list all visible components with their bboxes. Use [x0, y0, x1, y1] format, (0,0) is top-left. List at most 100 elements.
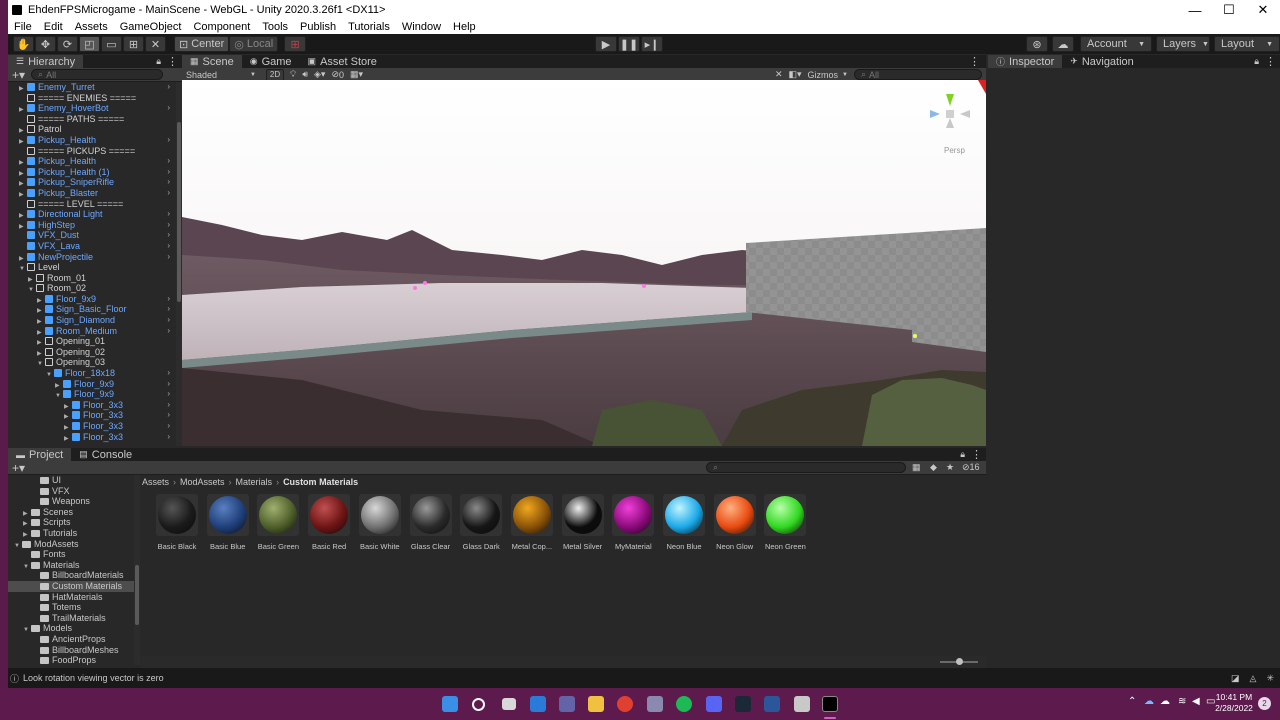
open-prefab-chevron-icon[interactable]: › [167, 241, 170, 252]
menu-tutorials[interactable]: Tutorials [346, 21, 392, 33]
debug-icon[interactable]: ✳ [1266, 673, 1274, 684]
hierarchy-item[interactable]: ▶ Pickup_Health (1) › [8, 167, 176, 178]
scene-search-input[interactable]: ⌕ All [854, 69, 982, 80]
bake-icon[interactable]: ◪ [1231, 673, 1240, 684]
hierarchy-item[interactable]: ===== LEVEL ===== [8, 199, 176, 210]
maximize-button[interactable]: ☐ [1212, 2, 1246, 18]
material-asset[interactable]: Neon Glow [710, 494, 760, 551]
folder-item[interactable]: ▶ Tutorials [8, 528, 134, 539]
material-asset[interactable]: Glass Dark [456, 494, 506, 551]
hidden-packages-icon[interactable]: ⊘16 [962, 462, 980, 473]
material-asset[interactable]: Basic Black [152, 494, 202, 551]
widgets-icon[interactable] [530, 696, 546, 712]
material-asset[interactable]: Metal Cop... [507, 494, 557, 551]
project-search-input[interactable]: ⌕ [706, 462, 906, 473]
layers-dropdown[interactable]: Layers ▼ [1156, 36, 1210, 52]
progress-icon[interactable]: ◬ [1250, 673, 1257, 684]
gizmos-dropdown[interactable]: Gizmos [808, 70, 839, 80]
hidden-objects-icon[interactable]: ⊘ [331, 69, 339, 80]
open-prefab-chevron-icon[interactable]: › [167, 304, 170, 315]
menu-assets[interactable]: Assets [73, 21, 110, 33]
open-prefab-chevron-icon[interactable]: › [167, 368, 170, 379]
folder-item[interactable]: Totems [8, 602, 134, 613]
hierarchy-item[interactable]: ▶ Directional Light › [8, 209, 176, 220]
fold-closed-icon[interactable]: ▶ [64, 434, 72, 445]
volume-icon[interactable]: ◀ [1192, 696, 1200, 707]
hierarchy-item[interactable]: ▶ Patrol [8, 124, 176, 135]
add-plus-icon[interactable]: +▾ [12, 68, 25, 82]
open-prefab-chevron-icon[interactable]: › [167, 188, 170, 199]
folder-item[interactable]: ▶ Scripts [8, 517, 134, 528]
open-prefab-chevron-icon[interactable]: › [167, 400, 170, 411]
lock-icon[interactable]: 🔒︎ [960, 449, 965, 460]
open-prefab-chevron-icon[interactable]: › [167, 167, 170, 178]
step-button[interactable]: ▸❙ [641, 36, 663, 52]
hierarchy-item[interactable]: ▶ Enemy_HoverBot › [8, 103, 176, 114]
material-asset[interactable]: Neon Green [760, 494, 810, 551]
open-prefab-chevron-icon[interactable]: › [167, 326, 170, 337]
menu-file[interactable]: File [12, 21, 34, 33]
folder-scrollbar[interactable] [134, 475, 140, 665]
cloud-icon[interactable]: ☁ [1052, 36, 1074, 52]
hierarchy-item[interactable]: ▶ Sign_Basic_Floor › [8, 304, 176, 315]
material-asset[interactable]: MyMaterial [608, 494, 658, 551]
menu-tools[interactable]: Tools [260, 21, 290, 33]
open-prefab-chevron-icon[interactable]: › [167, 82, 170, 93]
hierarchy-item[interactable]: ===== PATHS ===== [8, 114, 176, 125]
menu-publish[interactable]: Publish [298, 21, 338, 33]
scrollbar-thumb[interactable] [135, 565, 139, 625]
onedrive-icon[interactable]: ☁ [1144, 696, 1154, 707]
open-prefab-chevron-icon[interactable]: › [167, 135, 170, 146]
scene-viewport[interactable]: Persp [182, 80, 986, 446]
hierarchy-item[interactable]: ▶ HighStep › [8, 220, 176, 231]
menu-help[interactable]: Help [451, 21, 478, 33]
material-asset[interactable]: Basic White [355, 494, 405, 551]
folder-item[interactable]: FoodProps [8, 655, 134, 665]
hierarchy-search-input[interactable]: ⌕ All [31, 69, 164, 80]
pivot-center-toggle[interactable]: ⊡ Center [174, 36, 230, 52]
effects-icon[interactable]: ◈▾ [314, 69, 325, 80]
collab-icon[interactable]: ⊛ [1026, 36, 1048, 52]
steam-icon[interactable] [735, 696, 751, 712]
unity-hub-icon[interactable] [794, 696, 810, 712]
kebab-menu-icon[interactable]: ⋮ [971, 448, 982, 461]
close-button[interactable]: ✕ [1246, 2, 1280, 18]
scrollbar-thumb[interactable] [177, 122, 181, 302]
file-explorer-icon[interactable] [588, 696, 604, 712]
search-icon[interactable] [472, 698, 485, 711]
open-prefab-chevron-icon[interactable]: › [167, 389, 170, 400]
notification-badge[interactable]: 2 [1258, 697, 1271, 710]
tools-icon[interactable]: ✕ [775, 69, 783, 80]
hierarchy-item[interactable]: ▶ Room_Medium › [8, 326, 176, 337]
material-asset[interactable]: Basic Blue [203, 494, 253, 551]
hierarchy-item[interactable]: ===== PICKUPS ===== [8, 146, 176, 157]
material-asset[interactable]: Basic Green [253, 494, 303, 551]
open-prefab-chevron-icon[interactable]: › [167, 209, 170, 220]
rotate-tool-icon[interactable]: ⟳ [57, 36, 78, 52]
folder-item[interactable]: UI [8, 475, 134, 486]
tab-inspector[interactable]: ⓘ Inspector [988, 55, 1063, 68]
grid-dropdown-icon[interactable]: ▦▾ [350, 69, 363, 80]
play-button[interactable]: ▶ [595, 36, 617, 52]
hierarchy-item[interactable]: ▶ Pickup_Blaster › [8, 188, 176, 199]
discord-icon[interactable] [706, 696, 722, 712]
add-plus-icon[interactable]: +▾ [12, 461, 25, 475]
folder-item[interactable]: ▼ ModAssets [8, 539, 134, 550]
custom-tool-icon[interactable]: ✕ [145, 36, 166, 52]
hierarchy-item[interactable]: ▶ Enemy_Turret › [8, 82, 176, 93]
open-prefab-chevron-icon[interactable]: › [167, 156, 170, 167]
hierarchy-item[interactable]: ▼ Floor_18x18 › [8, 368, 176, 379]
shading-mode-dropdown[interactable]: Shaded ▼ [182, 68, 260, 81]
kebab-menu-icon[interactable]: ⋮ [167, 55, 178, 68]
hierarchy-item[interactable]: ▶ Pickup_SniperRifle › [8, 177, 176, 188]
kebab-menu-icon[interactable]: ⋮ [1265, 55, 1276, 68]
hierarchy-item[interactable]: ▶ Floor_9x9 › [8, 379, 176, 390]
breadcrumb-custom-materials[interactable]: Custom Materials [283, 477, 358, 487]
folder-item[interactable]: HatMaterials [8, 592, 134, 603]
hierarchy-item[interactable]: ===== ENEMIES ===== [8, 93, 176, 104]
open-prefab-chevron-icon[interactable]: › [167, 103, 170, 114]
windows-start-icon[interactable] [442, 696, 458, 712]
zoom-slider-handle[interactable] [956, 658, 963, 665]
lighting-icon[interactable]: 💡︎ [290, 69, 296, 80]
audio-icon[interactable]: 🔊︎ [302, 69, 308, 80]
